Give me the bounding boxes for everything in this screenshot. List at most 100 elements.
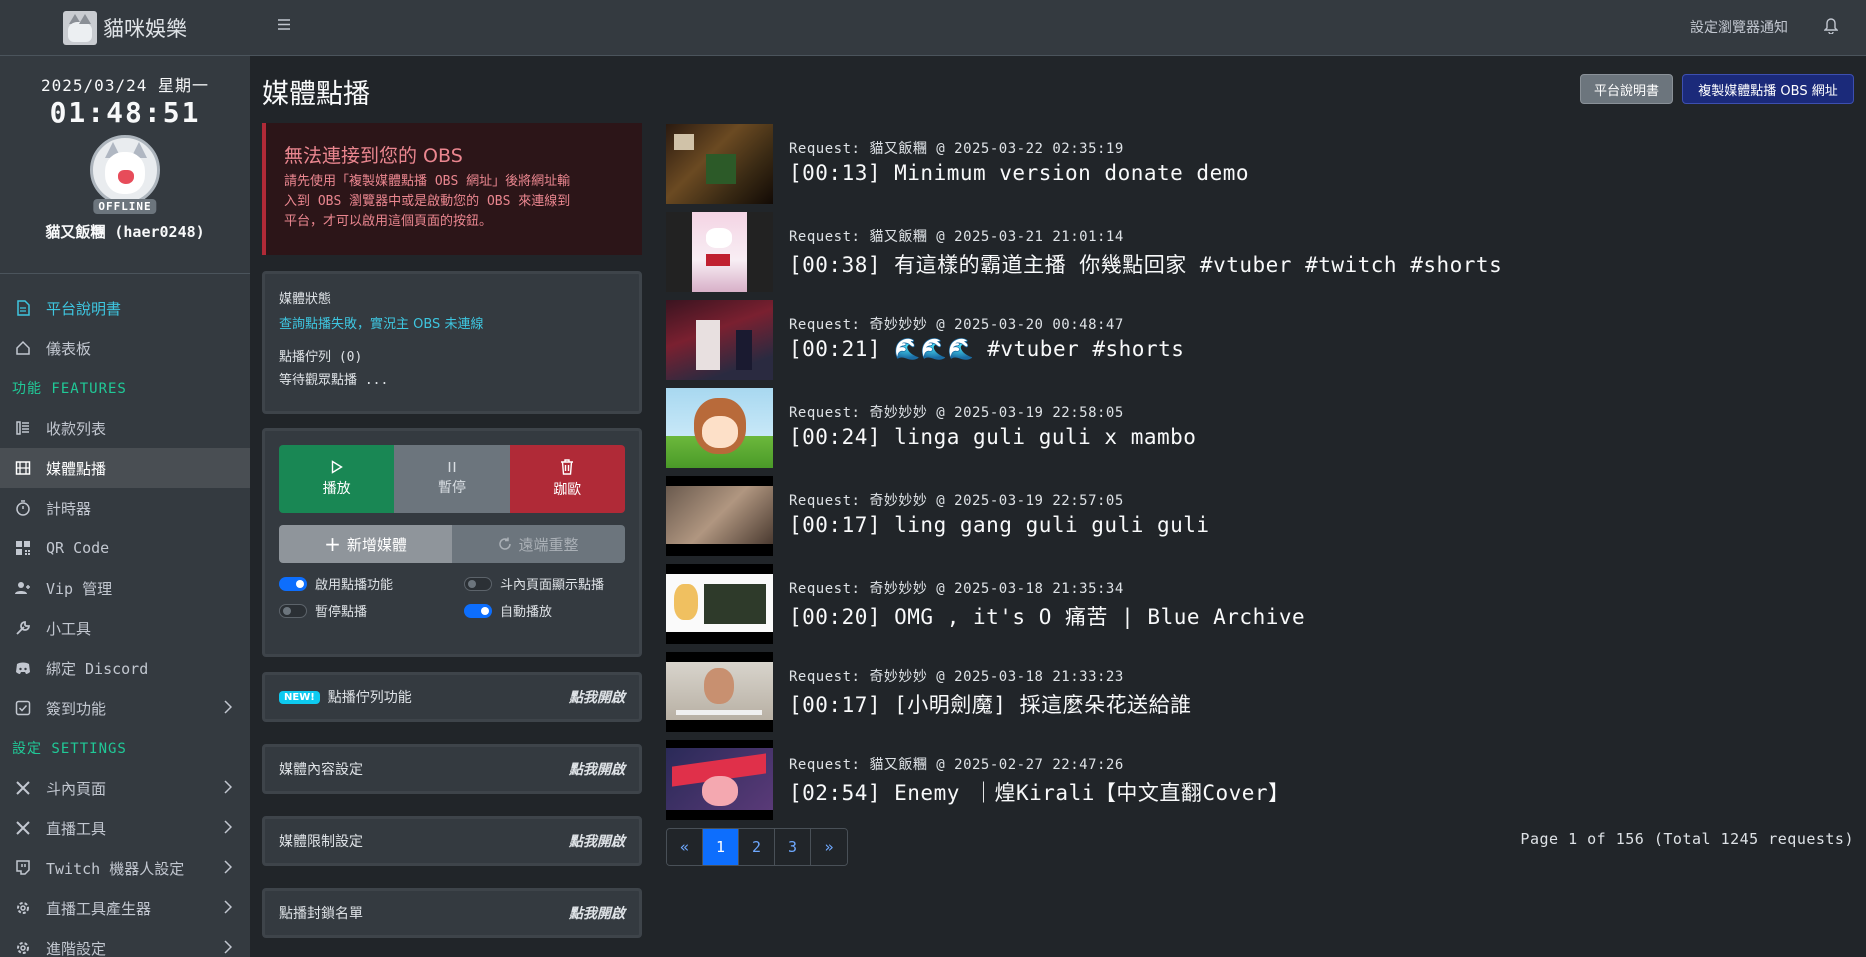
request-item[interactable]: Request: 奇妙妙妙 @ 2025-03-19 22:58:05 [00:… [666, 388, 1846, 470]
sidebar-item-donate-page[interactable]: 斗內頁面 [0, 768, 250, 808]
accordion-label: 點播封鎖名單 [279, 906, 363, 922]
sidebar-item-label: 計時器 [46, 499, 92, 518]
sidebar-item-checkin[interactable]: 簽到功能 [0, 688, 250, 728]
sidebar-item-label: 進階設定 [46, 939, 107, 957]
request-title[interactable]: [00:20] OMG , it's O 痛苦 | Blue Archive [789, 601, 1305, 631]
accordion-label: 點播佇列功能 [327, 690, 412, 706]
toggle-label: 啟用點播功能 [315, 578, 394, 593]
sidebar-item-stream-tools[interactable]: 直播工具 [0, 808, 250, 848]
sidebar-item-label: 直播工具 [46, 819, 107, 838]
request-title[interactable]: [00:24] linga guli guli x mambo [789, 425, 1196, 449]
plus-icon: + [324, 532, 341, 556]
sidebar-item-media[interactable]: 媒體點播 [0, 448, 250, 488]
tools-icon [14, 819, 32, 837]
page-prev[interactable]: « [667, 829, 703, 865]
sidebar-item-label: 小工具 [46, 619, 92, 638]
sidebar-item-label: Vip 管理 [46, 579, 113, 598]
toggle-pause-request[interactable]: 暫停點播 [279, 601, 464, 620]
video-thumbnail [666, 388, 773, 468]
avatar[interactable] [90, 135, 160, 205]
open-link[interactable]: 點我開啟 [569, 759, 625, 779]
switch[interactable] [279, 576, 307, 591]
page-1[interactable]: 1 [703, 829, 739, 865]
gear-icon [14, 899, 32, 917]
remote-reload-button[interactable]: 遠端重整 [452, 525, 625, 563]
request-item[interactable]: Request: 奇妙妙妙 @ 2025-03-19 22:57:05 [00:… [666, 476, 1846, 558]
request-item[interactable]: Request: 貓又飯糰 @ 2025-03-22 02:35:19 [00:… [666, 124, 1846, 206]
brand[interactable]: 貓咪娛樂 [0, 0, 250, 56]
sidebar-item-manual[interactable]: 平台說明書 [0, 288, 250, 328]
sidebar-item-label: 簽到功能 [46, 699, 107, 718]
skip-button[interactable]: 跏歐 [509, 445, 625, 513]
toggle-autoplay[interactable]: 自動播放 [464, 601, 624, 620]
request-meta: Request: 奇妙妙妙 @ 2025-03-18 21:35:34 [789, 581, 1124, 597]
copy-obs-url-button[interactable]: 複製媒體點播 OBS 網址 [1682, 74, 1854, 104]
topbar: 設定瀏覽器通知 [250, 0, 1866, 56]
page-3[interactable]: 3 [775, 829, 811, 865]
video-thumbnail [666, 124, 773, 204]
open-link[interactable]: 點我開啟 [569, 903, 625, 923]
media-status-card: 媒體狀態 查詢點播失敗，實況主 OBS 未連線 點播佇列 (0) 等待觀眾點播 … [262, 271, 642, 414]
sidebar: 貓咪娛樂 2025/03/24 星期一 01:48:51 OFFLINE 貓又飯… [0, 0, 250, 957]
alert-body: 請先使用「複製媒體點播 OBS 網址」後將網址輸 入到 OBS 瀏覽器中或是啟動… [284, 172, 624, 232]
manual-button[interactable]: 平台說明書 [1580, 74, 1673, 104]
request-title[interactable]: [00:17] ling gang guli guli guli [789, 513, 1210, 537]
switch[interactable] [464, 576, 492, 591]
sidebar-item-timer[interactable]: 計時器 [0, 488, 250, 528]
request-item[interactable]: Request: 貓又飯糰 @ 2025-02-27 22:47:26 [02:… [666, 740, 1846, 822]
refresh-icon [498, 537, 512, 551]
sidebar-item-discord[interactable]: 綁定 Discord [0, 648, 250, 688]
sidebar-item-tools[interactable]: 小工具 [0, 608, 250, 648]
accordion-content-settings[interactable]: 媒體內容設定 點我開啟 [262, 744, 642, 794]
video-thumbnail [666, 564, 773, 644]
alert-line: 請先使用「複製媒體點播 OBS 網址」後將網址輸 [284, 174, 571, 189]
browser-notify-link[interactable]: 設定瀏覽器通知 [1690, 17, 1788, 37]
accordion-limit-settings[interactable]: 媒體限制設定 點我開啟 [262, 816, 642, 866]
toggle-label: 斗內頁面顯示點播 [500, 578, 605, 593]
switch[interactable] [279, 603, 307, 618]
clock-date: 2025/03/24 星期一 [41, 76, 209, 95]
open-link[interactable]: 點我開啟 [569, 687, 625, 707]
sidebar-item-twitch-bot[interactable]: Twitch 機器人設定 [0, 848, 250, 888]
request-item[interactable]: Request: 奇妙妙妙 @ 2025-03-20 00:48:47 [00:… [666, 300, 1846, 382]
toggle-enable-request[interactable]: 啟用點播功能 [279, 574, 464, 593]
page-2[interactable]: 2 [739, 829, 775, 865]
open-link[interactable]: 點我開啟 [569, 831, 625, 851]
check-square-icon [14, 699, 32, 717]
request-title[interactable]: [00:17] [小明劍魔] 採這麼朵花送給誰 [789, 689, 1192, 719]
sidebar-item-generator[interactable]: 直播工具產生器 [0, 888, 250, 928]
request-title[interactable]: [02:54] Enemy ｜煌Kirali【中文直翻Cover】 [789, 777, 1290, 807]
play-button[interactable]: 播放 [279, 445, 395, 513]
queue-count: 點播佇列 (0) [279, 350, 363, 365]
request-meta: Request: 貓又飯糰 @ 2025-02-27 22:47:26 [789, 757, 1124, 773]
sidebar-item-label: 綁定 Discord [46, 659, 149, 678]
sidebar-item-advanced[interactable]: 進階設定 [0, 928, 250, 957]
request-item[interactable]: Request: 奇妙妙妙 @ 2025-03-18 21:35:34 [00:… [666, 564, 1846, 646]
accordion-queue[interactable]: NEW! 點播佇列功能 點我開啟 [262, 672, 642, 722]
page-next[interactable]: » [811, 829, 847, 865]
accordion-blocklist[interactable]: 點播封鎖名單 點我開啟 [262, 888, 642, 938]
sidebar-item-dashboard[interactable]: 儀表板 [0, 328, 250, 368]
sidebar-item-qrcode[interactable]: QR Code [0, 528, 250, 568]
chevron-right-icon [224, 700, 232, 714]
sidebar-item-label: 斗內頁面 [46, 779, 107, 798]
chevron-right-icon [224, 780, 232, 794]
pause-button[interactable]: 暫停 [394, 445, 510, 513]
hamburger-icon[interactable] [278, 19, 290, 30]
new-badge: NEW! [279, 690, 320, 704]
request-title[interactable]: [00:38] 有這樣的霸道主播 你幾點回家 #vtuber #twitch #… [789, 249, 1502, 279]
sidebar-item-vip[interactable]: Vip 管理 [0, 568, 250, 608]
sidebar-item-label: 媒體點播 [46, 459, 107, 478]
home-icon [14, 339, 32, 357]
request-title[interactable]: [00:21] 🌊🌊🌊 #vtuber #shorts [789, 337, 1184, 362]
brand-name: 貓咪娛樂 [103, 16, 187, 41]
toggle-show-on-donate-page[interactable]: 斗內頁面顯示點播 [464, 574, 624, 593]
switch[interactable] [464, 603, 492, 618]
request-item[interactable]: Request: 貓又飯糰 @ 2025-03-21 21:01:14 [00:… [666, 212, 1846, 294]
media-status-link[interactable]: 查詢點播失敗，實況主 OBS 未連線 [279, 313, 625, 332]
request-item[interactable]: Request: 奇妙妙妙 @ 2025-03-18 21:33:23 [00:… [666, 652, 1846, 734]
add-media-button[interactable]: + 新增媒體 [279, 525, 452, 563]
sidebar-item-payments[interactable]: 收款列表 [0, 408, 250, 448]
bell-icon[interactable] [1824, 18, 1838, 34]
request-title[interactable]: [00:13] Minimum version donate demo [789, 161, 1249, 185]
